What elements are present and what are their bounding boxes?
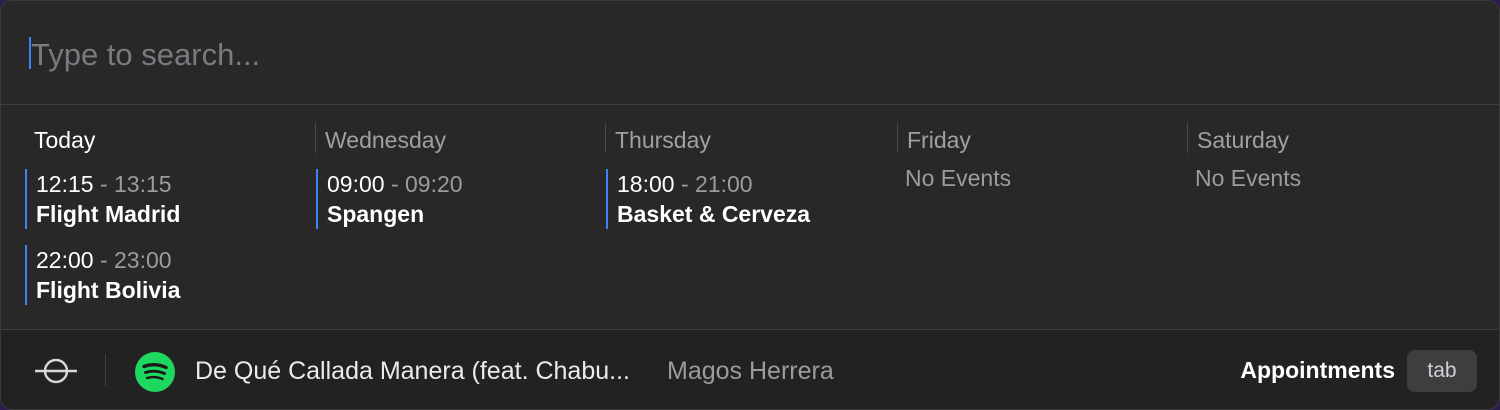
- column-divider: [1187, 123, 1188, 153]
- now-playing-title[interactable]: De Qué Callada Manera (feat. Chabu...: [195, 357, 630, 386]
- event-title: Flight Bolivia: [36, 277, 181, 303]
- event-start-time: 22:00: [36, 247, 94, 273]
- day-name: Friday: [907, 127, 971, 153]
- day-column-thursday: Thursday 18:00 - 21:00 Basket & Cerveza: [605, 123, 895, 323]
- time-separator: -: [93, 171, 115, 197]
- day-name: Today: [34, 127, 96, 153]
- event-item[interactable]: 12:15 - 13:15 Flight Madrid: [25, 169, 295, 229]
- raycast-icon[interactable]: [35, 356, 77, 386]
- footer-bar: De Qué Callada Manera (feat. Chabu... Ma…: [1, 329, 1499, 409]
- time-separator: -: [674, 171, 696, 197]
- event-item[interactable]: 09:00 - 09:20 Spangen: [316, 169, 586, 229]
- tab-key-hint[interactable]: tab: [1407, 350, 1477, 392]
- day-column-saturday: Saturday No Events: [1187, 123, 1477, 323]
- day-name: Saturday: [1197, 127, 1290, 153]
- event-time: 12:15 - 13:15: [36, 171, 172, 198]
- event-item[interactable]: 18:00 - 21:00 Basket & Cerveza: [606, 169, 876, 229]
- column-divider: [315, 123, 316, 153]
- column-divider: [605, 123, 606, 153]
- event-time: 22:00 - 23:00: [36, 247, 172, 274]
- day-column-wednesday: Wednesday 09:00 - 09:20 Spangen: [315, 123, 605, 323]
- day-column-friday: Friday No Events: [897, 123, 1187, 323]
- launcher-window: Today 12:15 - 13:15 Flight Madrid 22:00 …: [0, 0, 1500, 410]
- event-time: 18:00 - 21:00: [617, 171, 753, 198]
- time-separator: -: [384, 171, 406, 197]
- event-end-time: 13:15: [114, 171, 172, 197]
- event-title: Spangen: [327, 201, 425, 227]
- day-column-today: Today 12:15 - 13:15 Flight Madrid 22:00 …: [25, 123, 314, 323]
- now-playing-artist: Magos Herrera: [667, 357, 834, 385]
- event-end-time: 23:00: [114, 247, 172, 273]
- no-events-label: No Events: [1195, 165, 1302, 191]
- event-start-time: 09:00: [327, 171, 385, 197]
- event-time: 09:00 - 09:20: [327, 171, 463, 198]
- event-start-time: 18:00: [617, 171, 675, 197]
- day-name: Wednesday: [325, 127, 447, 153]
- no-events-label: No Events: [905, 165, 1012, 191]
- footer-divider: [105, 354, 106, 386]
- spotify-icon: [135, 352, 175, 392]
- day-name: Thursday: [615, 127, 711, 153]
- calendar-week-view: Today 12:15 - 13:15 Flight Madrid 22:00 …: [1, 105, 1499, 329]
- search-input[interactable]: [31, 27, 1431, 83]
- search-bar: [1, 1, 1499, 105]
- primary-action-label[interactable]: Appointments: [1240, 357, 1395, 384]
- event-title: Basket & Cerveza: [617, 201, 811, 227]
- event-title: Flight Madrid: [36, 201, 181, 227]
- time-separator: -: [93, 247, 115, 273]
- event-start-time: 12:15: [36, 171, 94, 197]
- event-end-time: 21:00: [695, 171, 753, 197]
- event-item[interactable]: 22:00 - 23:00 Flight Bolivia: [25, 245, 295, 305]
- column-divider: [897, 123, 898, 153]
- event-end-time: 09:20: [405, 171, 463, 197]
